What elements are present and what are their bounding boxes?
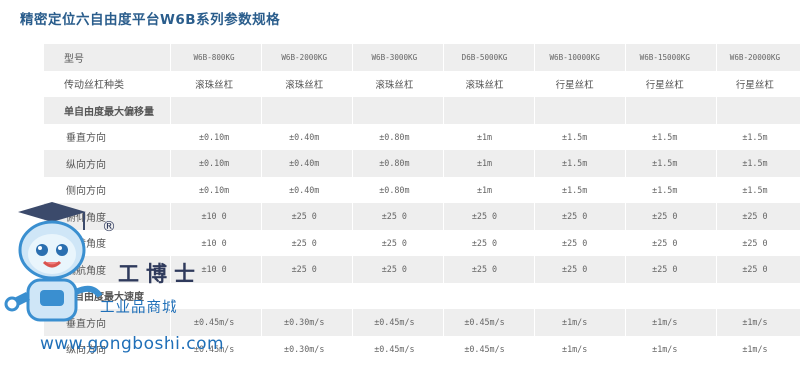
table-cell: 行星丝杠 <box>555 79 594 91</box>
table-cell: ±0.10m <box>198 158 230 169</box>
table-cell: 滚珠丝杠 <box>285 79 324 91</box>
table-cell: D6B-5000KG <box>461 52 508 62</box>
table-cell: ±0.30m/s <box>284 317 325 328</box>
table-cell: ±25 0 <box>291 264 317 275</box>
table-cell: ±10 0 <box>201 211 227 222</box>
row-label: 垂直方向 <box>66 133 106 145</box>
table-cell: ±0.45m/s <box>374 317 415 328</box>
column-divider <box>261 44 262 370</box>
table-cell: ±25 0 <box>291 211 317 222</box>
table-cell: ±0.45m/s <box>464 343 505 354</box>
table-cell: ±0.80m <box>379 131 410 142</box>
column-divider <box>170 44 171 370</box>
table-cell: 滚珠丝杠 <box>195 79 234 91</box>
table-cell: ±1m/s <box>742 343 768 354</box>
watermark-brand: 工博士 <box>118 262 202 286</box>
column-divider <box>443 44 444 370</box>
table-cell: W6B-15000KG <box>639 52 690 62</box>
table-cell: 滚珠丝杠 <box>465 79 504 91</box>
table-cell: ±0.40m <box>289 131 320 142</box>
table-cell: ±25 0 <box>562 237 588 248</box>
table-row: 垂直方向 ±0.10m ±0.40m ±0.80m ±1m ±1.5m ±1.5m ±1.5m <box>44 124 800 151</box>
row-label: 型号 <box>64 53 84 65</box>
table-cell: ±1m/s <box>562 317 588 328</box>
table-cell: ±25 0 <box>652 264 678 275</box>
table-cell: ±1m/s <box>652 317 678 328</box>
table-cell: W6B-10000KG <box>549 52 600 62</box>
table-cell: ±0.80m <box>379 158 410 169</box>
table-cell: ±25 0 <box>562 264 588 275</box>
table-cell: 行星丝杠 <box>645 79 684 91</box>
table-cell: ±25 0 <box>381 264 407 275</box>
table-cell: 滚珠丝杠 <box>375 79 414 91</box>
page-title: 精密定位六自由度平台W6B系列参数规格 <box>20 12 281 28</box>
table-cell: ±10 0 <box>201 237 227 248</box>
table-cell: 行星丝杠 <box>735 79 774 91</box>
column-divider <box>534 44 535 370</box>
table-cell: ±1.5m <box>562 158 588 169</box>
row-label: 传动丝杠种类 <box>64 80 124 92</box>
table-cell: ±1.5m <box>652 184 678 195</box>
table-cell: W6B-3000KG <box>371 52 418 62</box>
table-cell: ±25 0 <box>742 237 768 248</box>
table-cell: ±25 0 <box>471 237 498 248</box>
table-cell: ±1m <box>476 184 493 195</box>
row-label: 滚转角度 <box>66 239 106 251</box>
table-cell: ±1.5m <box>562 131 588 142</box>
table-cell: ±1.5m <box>562 184 588 195</box>
table-cell: ±25 0 <box>381 237 407 248</box>
column-divider <box>625 44 626 370</box>
table-row: 纵向方向 ±0.10m ±0.40m ±0.80m ±1m ±1.5m ±1.5m ±1.5m <box>44 150 800 177</box>
table-cell: W6B-800KG <box>193 52 235 62</box>
registered-mark: ® <box>102 219 116 235</box>
table-cell: ±1m/s <box>652 343 678 354</box>
column-divider <box>716 44 717 370</box>
table-cell: ±25 0 <box>471 211 498 222</box>
row-label: 单自由度最大偏移量 <box>64 106 154 118</box>
table-cell: ±25 0 <box>562 211 588 222</box>
table-cell: ±1m <box>476 158 493 169</box>
table-row: 侧向方向 ±0.10m ±0.40m ±0.80m ±1m ±1.5m ±1.5m ±1.5m <box>44 177 800 204</box>
table-row: 型号 W6B-800KG W6B-2000KG W6B-3000KG D6B-5000K… <box>44 44 800 71</box>
table-cell: ±1.5m <box>652 131 678 142</box>
table-cell: ±0.80m <box>379 184 410 195</box>
table-cell: ±0.45m/s <box>193 317 235 328</box>
row-label: 垂直方向 <box>66 318 106 330</box>
table-cell: ±1m/s <box>562 343 588 354</box>
watermark-tagline: 工业品商城 <box>100 300 178 316</box>
row-label: 纵向方向 <box>66 159 106 171</box>
table-cell: ±25 0 <box>742 211 768 222</box>
table-cell: ±25 0 <box>471 264 498 275</box>
table-cell: ±0.10m <box>198 184 230 195</box>
table-cell: ±0.45m/s <box>374 343 415 354</box>
table-cell: ±0.30m/s <box>284 343 325 354</box>
table-cell: W6B-2000KG <box>281 52 328 62</box>
table-cell: ±1m/s <box>742 317 768 328</box>
table-cell: ±25 0 <box>652 211 678 222</box>
table-cell: ±25 0 <box>291 237 317 248</box>
watermark-url: www.gongboshi.com <box>40 334 225 354</box>
table-cell: ±25 0 <box>381 211 407 222</box>
table-row: 传动丝杠种类 滚珠丝杠 滚珠丝杠 滚珠丝杠 滚珠丝杠 行星丝杠 行星丝杠 行星丝杠 <box>44 71 800 98</box>
table-cell: ±0.40m <box>289 158 320 169</box>
table-cell: W6B-20000KG <box>729 52 781 62</box>
table-cell: ±25 0 <box>652 237 678 248</box>
table-cell: ±1.5m <box>742 131 768 142</box>
table-row: 滚转角度 ±10 0 ±25 0 ±25 0 ±25 0 ±25 0 ±25 0 ±25 0 <box>44 230 800 257</box>
table-cell: ±1m <box>476 131 493 142</box>
table-cell: ±0.45m/s <box>464 317 505 328</box>
table-row: 俯仰角度 ±10 0 ±25 0 ±25 0 ±25 0 ±25 0 ±25 0 ±25 0 <box>44 203 800 230</box>
table-cell: ±1.5m <box>652 158 678 169</box>
row-label: 侧向方向 <box>66 186 106 198</box>
table-cell: ±1.5m <box>742 158 768 169</box>
table-cell: ±0.10m <box>198 131 230 142</box>
column-divider <box>352 44 353 370</box>
table-cell: ±1.5m <box>742 184 768 195</box>
table-cell: ±25 0 <box>742 264 768 275</box>
table-row: 单自由度最大偏移量 <box>44 97 800 124</box>
table-cell: ±0.40m <box>289 184 320 195</box>
